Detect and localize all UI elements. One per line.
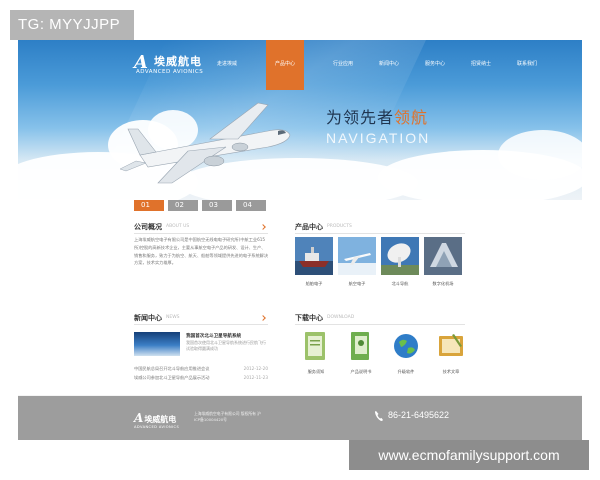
airplane-illustration <box>119 102 291 184</box>
nav-item-industry[interactable]: 行业应用 <box>324 40 362 80</box>
company-section-title: 公司概况 <box>134 223 162 231</box>
company-more-icon[interactable] <box>260 224 266 230</box>
news-feature-text: 我国首次使用北斗卫星导航系统进行民航飞行试验取得圆满成功 <box>186 340 266 351</box>
news-row-date: 2012-12-20 <box>243 366 268 371</box>
watermark-bottom: www.ecmofamilysupport.com <box>349 440 589 470</box>
product-list: 船舶电子 航空电子 北斗导航 数字化机场 <box>295 237 467 287</box>
antenna-thumb-icon <box>381 237 419 275</box>
footer-brand-mark: A <box>134 411 144 425</box>
slogan-highlight: 领航 <box>394 108 429 127</box>
downloads-section-title: 下载中心 <box>295 314 323 322</box>
globe-icon <box>394 334 418 358</box>
slider-tab-4[interactable]: 04 <box>236 200 266 211</box>
product-label: 航空电子 <box>348 281 366 286</box>
footer-brand-en: ADVANCED AVIONICS <box>134 425 180 429</box>
slider-tab-1[interactable]: 01 <box>134 200 164 211</box>
product-label: 北斗导航 <box>391 281 409 286</box>
footer-address: 上海埃威航空电子有限公司 版权所有 沪ICP备10004420号 <box>194 411 261 422</box>
download-item[interactable]: 产品说明书 <box>340 330 382 375</box>
products-section-subtitle: PRODUCTS <box>327 224 352 229</box>
product-card[interactable]: 数字化机场 <box>424 237 462 287</box>
news-section-subtitle: NEWS <box>166 315 180 320</box>
download-label: 产品说明书 <box>350 369 372 374</box>
company-section-subtitle: ABOUT US <box>166 224 190 229</box>
hero-banner: A 埃威航电 ADVANCED AVIONICS 走进埃威 产品中心 行业应用 … <box>18 40 582 200</box>
product-label: 船舶电子 <box>305 281 323 286</box>
download-item[interactable]: 升级软件 <box>385 330 427 375</box>
slogan-prefix: 为领先者 <box>326 108 395 127</box>
slider-tabs: 01 02 03 04 <box>134 200 270 211</box>
article-icon <box>439 334 463 356</box>
download-label: 技术文章 <box>442 369 460 374</box>
footer-logo: A埃威航电 ADVANCED AVIONICS <box>134 407 179 429</box>
nav-item-about[interactable]: 走进埃威 <box>208 40 246 80</box>
news-feature-title[interactable]: 我国首次北斗卫星导航系统 <box>186 333 241 339</box>
website-screenshot: A 埃威航电 ADVANCED AVIONICS 走进埃威 产品中心 行业应用 … <box>18 40 582 440</box>
manual-icon <box>351 332 369 360</box>
main-nav: 走进埃威 产品中心 行业应用 新闻中心 服务中心 招贤纳士 联系我们 <box>208 40 546 90</box>
tower-thumb-icon <box>424 237 462 275</box>
nav-item-service[interactable]: 服务中心 <box>416 40 454 80</box>
footer-phone[interactable]: 86-21-6495622 <box>388 410 449 420</box>
products-section-title: 产品中心 <box>295 223 323 231</box>
nav-item-careers[interactable]: 招贤纳士 <box>462 40 500 80</box>
plane-thumb-icon <box>338 237 376 275</box>
news-feature-image[interactable] <box>134 332 180 356</box>
brand-name-cn: 埃威航电 <box>154 55 202 68</box>
slider-tab-2[interactable]: 02 <box>168 200 198 211</box>
news-more-icon[interactable] <box>260 315 266 321</box>
news-row[interactable]: 中国民航总局召开北斗导航应用推进会议 2012-12-20 <box>134 366 268 372</box>
hero-slogan: 为领先者领航 <box>326 104 428 128</box>
nav-item-news[interactable]: 新闻中心 <box>370 40 408 80</box>
news-row-date: 2012-11-23 <box>243 375 268 380</box>
product-card[interactable]: 船舶电子 <box>295 237 333 287</box>
brand-name-en: ADVANCED AVIONICS <box>136 69 204 75</box>
news-row[interactable]: 埃威公司参加北斗卫星导航产品展示活动 2012-11-23 <box>134 375 268 381</box>
footer-brand-cn: 埃威航电 <box>144 415 177 424</box>
downloads-section-subtitle: DOWNLOAD <box>327 315 355 320</box>
download-item[interactable]: 服务须知 <box>295 330 337 375</box>
page: TG: MYYJJPP www.ecmofamilysupport.com A … <box>0 0 600 480</box>
product-card[interactable]: 航空电子 <box>338 237 376 287</box>
hero-slogan-en: NAVIGATION <box>326 130 431 146</box>
download-list: 服务须知 产品说明书 升级软件 技术文章 <box>295 330 475 375</box>
news-row-title: 中国民航总局召开北斗导航应用推进会议 <box>134 366 210 371</box>
ship-thumb-icon <box>295 237 333 275</box>
download-label: 服务须知 <box>307 369 325 374</box>
site-footer: A埃威航电 ADVANCED AVIONICS 上海埃威航空电子有限公司 版权所… <box>18 396 582 440</box>
nav-item-products[interactable]: 产品中心 <box>266 40 304 90</box>
phone-icon <box>375 411 383 421</box>
company-description: 上海埃威航空电子有限公司是中国航空无线电电子研究所(中航工业615所)控股的高新… <box>134 237 269 266</box>
document-icon <box>305 332 325 360</box>
news-section-title: 新闻中心 <box>134 314 162 322</box>
product-label: 数字化机场 <box>432 281 454 286</box>
download-item[interactable]: 技术文章 <box>430 330 472 375</box>
watermark-top: TG: MYYJJPP <box>10 10 134 40</box>
content-panel: 01 02 03 04 公司概况 ABOUT US 上海埃威航空电子有限公司是中… <box>18 200 582 395</box>
news-row-title: 埃威公司参加北斗卫星导航产品展示活动 <box>134 375 210 380</box>
slider-tab-3[interactable]: 03 <box>202 200 232 211</box>
download-label: 升级软件 <box>397 369 415 374</box>
nav-item-contact[interactable]: 联系我们 <box>508 40 546 80</box>
product-card[interactable]: 北斗导航 <box>381 237 419 287</box>
